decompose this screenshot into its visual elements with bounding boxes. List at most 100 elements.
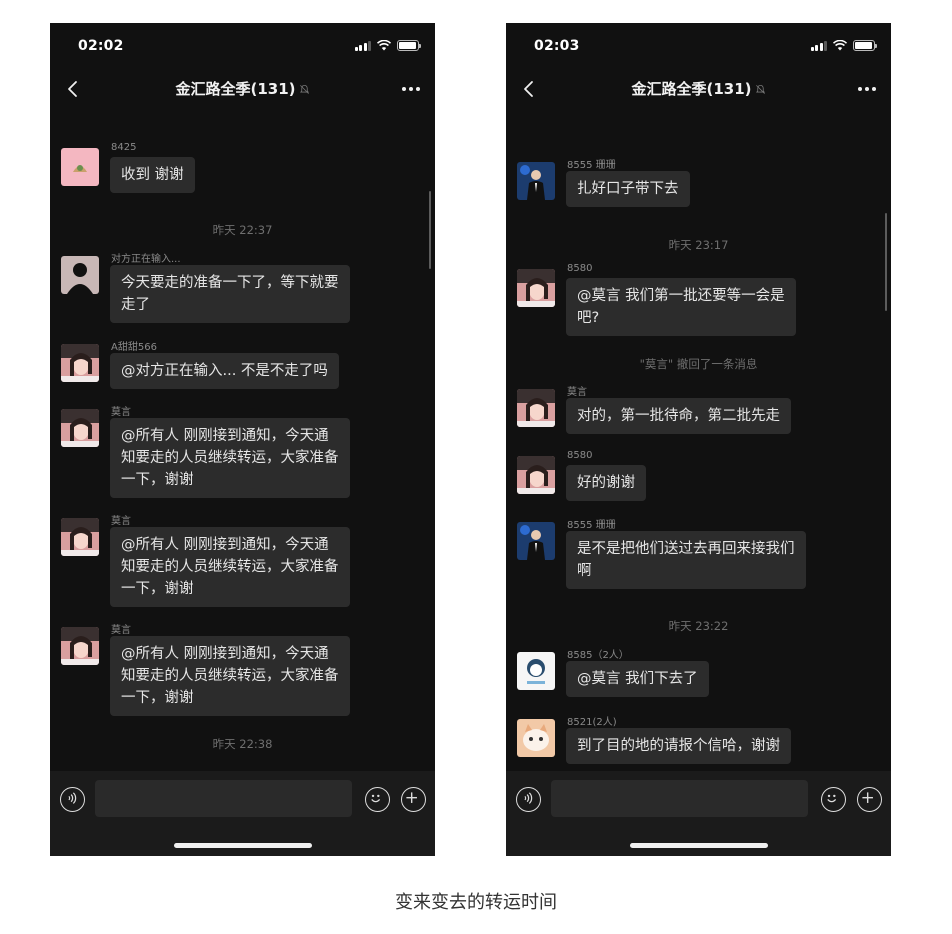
more-functions-button[interactable] [401,787,426,812]
sender-name: 8580 [567,450,593,461]
man-suit-avatar[interactable] [517,522,555,560]
message-bubble[interactable]: 对的，第一批待命，第二批先走 [566,398,791,434]
message-text-line: 一下，谢谢 [121,581,194,597]
message-bubble[interactable]: 到了目的地的请报个信哈，谢谢 [566,728,791,764]
message-bubble[interactable]: @所有人 刚刚接到通知，今天通 知要走的人员继续转运，大家准备 一下，谢谢 [110,636,350,716]
wifi-icon [377,40,391,51]
timestamp-divider: 昨天 22:37 [212,223,273,237]
message-text-line: 是不是把他们送过去再回来接我们 [577,541,795,557]
message-text-line: 吧? [577,310,600,326]
message-bubble[interactable]: @所有人 刚刚接到通知，今天通 知要走的人员继续转运，大家准备 一下，谢谢 [110,418,350,498]
girl-avatar[interactable] [61,344,99,382]
message-bubble[interactable]: 收到 谢谢 [110,157,195,193]
silhouette-avatar[interactable] [61,256,99,294]
message-text-line: @所有人 刚刚接到通知，今天通 [121,646,329,662]
message-list[interactable]: 8425 收到 谢谢 昨天 22:37 对方正在输入... 今天要走的准备一下了，等下就… [50,111,435,771]
voice-input-button[interactable] [60,787,85,812]
sender-name: 8425 [111,142,137,153]
sender-name: 对方正在输入... [111,254,181,265]
message-input[interactable] [95,780,352,817]
message-bubble[interactable]: @对方正在输入... 不是不走了吗 [110,353,339,389]
scrollbar[interactable] [884,213,887,311]
nav-bar: 金汇路全季(131) [506,69,891,109]
sender-name: A甜甜566 [111,342,157,353]
emoji-button[interactable] [365,787,390,812]
sender-name: 莫言 [111,407,131,418]
status-bar: 02:02 [50,23,435,69]
sender-name: 8555 珊珊 [567,520,616,531]
more-options-button[interactable] [858,87,876,91]
voice-icon [68,792,77,804]
message-text-line: 一下，谢谢 [121,472,194,488]
sender-name: 8585（2人） [567,650,629,661]
voice-input-button[interactable] [516,787,541,812]
message-text-line: 对的，第一批待命，第二批先走 [577,408,780,424]
more-functions-button[interactable] [857,787,882,812]
timestamp-divider: 昨天 23:22 [668,619,729,633]
timestamp-divider: 昨天 22:38 [212,737,273,751]
message-bubble[interactable]: @所有人 刚刚接到通知，今天通 知要走的人员继续转运，大家准备 一下，谢谢 [110,527,350,607]
girl-avatar[interactable] [517,269,555,307]
message-bubble[interactable]: @莫言 我们第一批还要等一会是 吧? [566,278,796,336]
sender-name: 8580 [567,263,593,274]
sender-name: 8521(2人) [567,717,617,728]
message-text-line: 啊 [577,563,592,579]
scrollbar[interactable] [428,191,431,269]
message-text-line: 收到 谢谢 [121,167,184,183]
more-options-button[interactable] [402,87,420,91]
sender-name: 莫言 [111,516,131,527]
message-text-line: 到了目的地的请报个信哈，谢谢 [577,738,780,754]
girl-avatar[interactable] [61,409,99,447]
sender-name: 莫言 [567,387,587,398]
message-text-line: @所有人 刚刚接到通知，今天通 [121,428,329,444]
message-bubble[interactable]: 是不是把他们送过去再回来接我们啊 [566,531,806,589]
signal-icon [354,41,371,51]
emoji-button[interactable] [821,787,846,812]
message-text-line: @莫言 我们下去了 [577,671,698,687]
home-indicator[interactable] [630,843,768,848]
flower-avatar[interactable] [61,148,99,186]
mute-bell-icon [755,84,765,94]
girl-avatar[interactable] [517,389,555,427]
message-text-line: @所有人 刚刚接到通知，今天通 [121,537,329,553]
girl-avatar[interactable] [61,518,99,556]
message-list[interactable]: 8555 珊珊 扎好口子带下去昨天 23:17 8580 @莫言 我们第一批还要等一会… [506,111,891,771]
message-bubble[interactable]: 好的谢谢 [566,465,646,501]
timestamp-divider: 昨天 23:17 [668,238,729,252]
message-bubble[interactable]: @莫言 我们下去了 [566,661,709,697]
mute-bell-icon [299,84,309,94]
man-suit-avatar[interactable] [517,162,555,200]
chat-title-text: 金汇路全季(131) [631,80,752,98]
nav-bar: 金汇路全季(131) [50,69,435,109]
signal-icon [810,41,827,51]
wifi-icon [833,40,847,51]
girl-avatar[interactable] [517,456,555,494]
message-text-line: 今天要走的准备一下了，等下就要 [121,275,339,291]
message-bubble[interactable]: 扎好口子带下去 [566,171,690,207]
chat-title: 金汇路全季(131) [50,78,435,99]
status-icons [354,40,421,51]
status-bar: 02:03 [506,23,891,69]
status-time: 02:03 [534,38,580,54]
input-bar [506,771,891,856]
emoji-icon [371,794,381,803]
input-bar [50,771,435,856]
message-input[interactable] [551,780,808,817]
chat-title-text: 金汇路全季(131) [175,80,296,98]
message-text-line: 好的谢谢 [577,475,635,491]
battery-icon [853,40,877,51]
plus-icon [406,792,417,803]
message-text-line: @对方正在输入... 不是不走了吗 [121,363,328,379]
cartoon-avatar[interactable] [517,652,555,690]
voice-icon [524,792,533,804]
message-text-line: 一下，谢谢 [121,690,194,706]
message-text-line: 走了 [121,297,150,313]
status-time: 02:02 [78,38,124,54]
phone-screen-left: 02:02 金汇路全季(131) 8425 收到 谢谢昨天 22:37 对方正在输入… [50,23,435,856]
chat-title: 金汇路全季(131) [506,78,891,99]
girl-avatar[interactable] [61,627,99,665]
message-bubble[interactable]: 今天要走的准备一下了，等下就要 走了 [110,265,350,323]
home-indicator[interactable] [174,843,312,848]
figure-caption: 变来变去的转运时间 [395,892,557,913]
cat-avatar[interactable] [517,719,555,757]
